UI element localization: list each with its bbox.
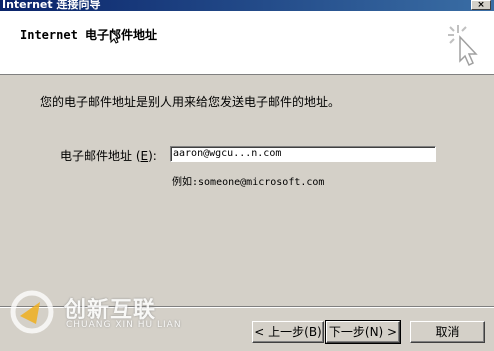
close-button[interactable]: × <box>471 0 491 10</box>
example-text: 例如:someone@microsoft.com <box>172 177 325 188</box>
watermark-logo: 创新互联 CHUANG XIN HU LIAN <box>10 290 190 340</box>
watermark-sub: CHUANG XIN HU LIAN <box>66 320 182 330</box>
intro-text: 您的电子邮件地址是别人用来给您发送电子邮件的地址。 <box>40 95 341 109</box>
email-label-suffix: ): <box>148 149 157 163</box>
page-heading: Internet 电子邮件地址 <box>20 28 158 42</box>
window-title: Internet 连接向导 <box>2 0 101 11</box>
next-button[interactable]: 下一步(N) > <box>325 320 401 344</box>
cancel-button[interactable]: 取消 <box>410 321 485 343</box>
title-bar: Internet 连接向导 × <box>0 0 494 11</box>
back-button[interactable]: < 上一步(B) <box>252 321 324 343</box>
wizard-sparkle-icon <box>448 25 478 67</box>
logo-icon <box>10 290 54 334</box>
mouse-cursor-icon <box>110 30 120 44</box>
wizard-header: Internet 电子邮件地址 <box>0 11 494 75</box>
email-label-accesskey: E <box>140 149 149 163</box>
email-label-prefix: 电子邮件地址 ( <box>60 149 141 163</box>
email-input[interactable]: aaron@wgcu...n.com <box>170 146 436 162</box>
email-label: 电子邮件地址 (E): <box>60 147 157 164</box>
